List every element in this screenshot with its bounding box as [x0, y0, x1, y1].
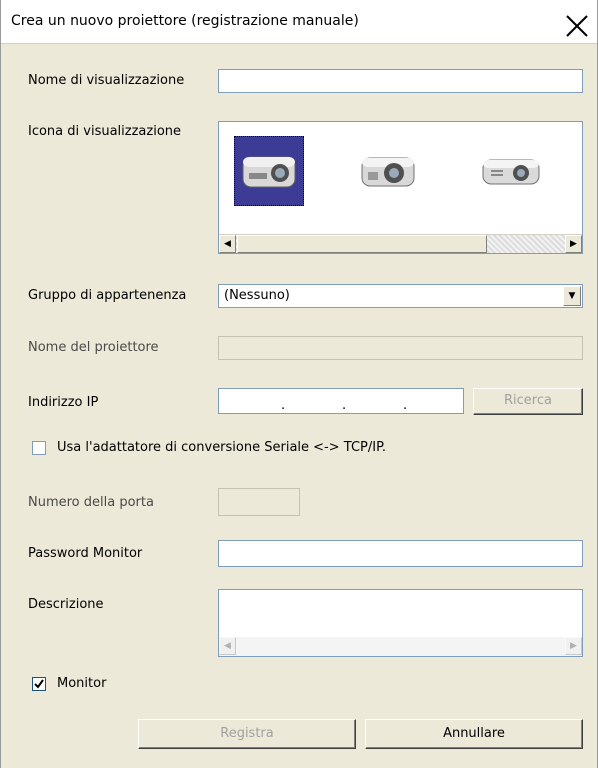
display-icon-label: Icona di visualizzazione [28, 124, 182, 139]
description-label: Descrizione [28, 597, 104, 612]
scroll-left-icon: ◀ [219, 637, 236, 655]
password-input[interactable] [218, 540, 583, 567]
ip-dot: . [281, 398, 286, 413]
search-button[interactable]: Ricerca [473, 388, 583, 415]
create-projector-dialog: Crea un nuovo proiettore (registrazione … [0, 0, 598, 768]
group-select-value: (Nessuno) [224, 288, 290, 303]
projector-icon [242, 156, 296, 188]
display-name-input[interactable] [218, 69, 583, 93]
description-scrollbar: ◀ ▶ [219, 637, 582, 656]
adapter-label: Usa l'adattatore di conversione Seriale … [57, 440, 387, 455]
group-select[interactable]: (Nessuno) ▼ [218, 284, 583, 308]
chevron-down-icon[interactable]: ▼ [563, 286, 581, 306]
projector-name-label: Nome del proiettore [28, 340, 159, 355]
projector-icon [361, 157, 415, 187]
port-input [218, 488, 300, 516]
close-button[interactable] [564, 13, 590, 39]
monitor-checkbox[interactable] [32, 677, 46, 691]
projector-name-input [218, 336, 583, 360]
ip-dot: . [403, 398, 408, 413]
scroll-thumb[interactable] [237, 235, 487, 253]
scroll-left-icon[interactable]: ◀ [219, 235, 236, 253]
monitor-label: Monitor [57, 676, 107, 691]
projector-icon-2[interactable] [354, 136, 424, 206]
check-icon [34, 679, 44, 689]
description-textarea[interactable]: ◀ ▶ [218, 589, 583, 657]
title-bar: Crea un nuovo proiettore (registrazione … [1, 0, 597, 44]
cancel-button[interactable]: Annullare [365, 719, 583, 749]
ip-label: Indirizzo IP [28, 395, 99, 410]
ip-dot: . [342, 398, 347, 413]
scroll-right-icon: ▶ [565, 637, 582, 655]
scroll-right-icon[interactable]: ▶ [565, 235, 582, 253]
register-button[interactable]: Registra [138, 719, 356, 749]
close-icon [566, 15, 588, 37]
icon-scrollbar[interactable]: ◀ ▶ [219, 234, 582, 253]
icon-picker[interactable]: ◀ ▶ [218, 121, 583, 254]
projector-icon [482, 159, 540, 185]
password-label: Password Monitor [28, 546, 143, 561]
ip-input[interactable]: . . . [218, 388, 464, 414]
adapter-checkbox[interactable] [32, 441, 46, 455]
window-title: Crea un nuovo proiettore (registrazione … [11, 13, 359, 29]
projector-icon-3[interactable] [477, 136, 547, 206]
display-name-label: Nome di visualizzazione [28, 73, 185, 88]
group-label: Gruppo di appartenenza [28, 288, 187, 303]
port-label: Numero della porta [28, 495, 154, 510]
projector-icon-1[interactable] [234, 136, 304, 206]
